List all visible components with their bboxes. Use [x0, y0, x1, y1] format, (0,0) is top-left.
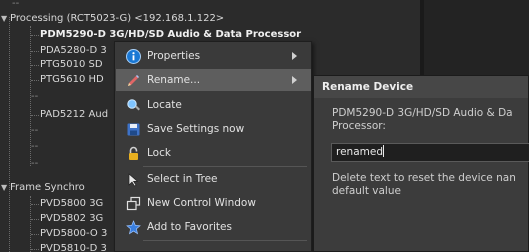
save-icon [123, 121, 143, 137]
menu-separator [143, 240, 307, 241]
tree-item-label: PVD5810-D 3 [40, 243, 107, 252]
menu-item-rename[interactable]: Rename... [116, 69, 311, 91]
context-menu: Properties Rename... Locate Save Setting… [114, 41, 312, 252]
tree-item-label: PTG5010 SD [40, 59, 103, 70]
menu-item-new-control-window[interactable]: New Control Window [116, 192, 311, 214]
device-name-input[interactable]: renamed [331, 143, 529, 162]
tree-group-frame-sync[interactable]: ▼ Frame Synchro [1, 179, 85, 196]
tree-group-label: Frame Synchro [10, 182, 85, 193]
tree-item-label: -- [31, 141, 39, 152]
new-window-icon [123, 195, 143, 211]
menu-item-label: Rename... [147, 74, 201, 86]
expand-arrow-icon[interactable]: ▼ [1, 179, 10, 196]
text-caret [383, 145, 384, 157]
submenu-arrow-icon [292, 76, 297, 84]
tree-group-processing[interactable]: ▼ Processing (RCT5023-G) <192.168.1.122> [1, 10, 224, 27]
locate-icon [123, 97, 143, 113]
info-icon [123, 48, 143, 64]
tree-item[interactable]: -- [31, 122, 38, 139]
pencil-icon [123, 72, 143, 88]
tree-item[interactable]: PTG5610 HD [31, 71, 104, 88]
menu-item-label: Save Settings now [147, 123, 245, 135]
tree-item-label: -- [31, 125, 39, 136]
expand-arrow-icon[interactable]: ▼ [1, 10, 10, 27]
device-name-value: renamed [336, 146, 383, 158]
tree-item-label: PVD5800 3G [40, 198, 104, 209]
lock-icon [123, 145, 143, 161]
tree-item-label: PDA5280-D 3 [40, 45, 107, 56]
tree-item[interactable]: -- [31, 138, 38, 155]
menu-item-label: New Control Window [147, 197, 256, 209]
tree-item-label: -- [31, 158, 39, 169]
tree-item-label: PVD5802 3G [40, 213, 104, 224]
menu-item-locate[interactable]: Locate [116, 94, 311, 116]
menu-item-add-to-favorites[interactable]: Add to Favorites [116, 216, 311, 238]
menu-item-label: Select in Tree [147, 173, 218, 185]
tree-item-label: PTG5610 HD [40, 74, 104, 85]
tree-item[interactable]: -- [31, 88, 38, 105]
rename-dialog-title: Rename Device [314, 76, 528, 98]
submenu-arrow-icon [292, 52, 297, 60]
menu-item-label: Properties [147, 50, 201, 62]
rename-hint: Delete text to reset the device nan defa… [332, 172, 516, 197]
menu-item-label: Add to Favorites [147, 221, 232, 233]
tree-group-label: Processing (RCT5023-G) <192.168.1.122> [10, 13, 225, 24]
menu-separator [143, 166, 307, 167]
tree-item[interactable]: -- [31, 155, 38, 172]
menu-item-properties[interactable]: Properties [116, 45, 311, 67]
menu-item-label: Locate [147, 99, 182, 111]
tree-item[interactable]: PAD5212 Aud [31, 106, 108, 123]
menu-item-lock[interactable]: Lock [116, 142, 311, 164]
tree-item-label: PDM5290-D 3G/HD/SD Audio & Data Processo… [40, 29, 302, 40]
rename-description: PDM5290-D 3G/HD/SD Audio & Da Processor: [332, 107, 513, 132]
menu-item-save-settings[interactable]: Save Settings now [116, 118, 311, 140]
star-icon [123, 219, 143, 235]
menu-item-label: Lock [147, 147, 171, 159]
tree-item-label: PVD5800-O 3 [40, 228, 108, 239]
tree-guide-line [9, 17, 10, 252]
tree-item[interactable]: PVD5810-D 3 [31, 240, 107, 252]
tree-item-label: -- [12, 0, 20, 9]
rename-device-panel: Rename Device PDM5290-D 3G/HD/SD Audio &… [313, 75, 529, 252]
tree-item-label: PAD5212 Aud [40, 109, 109, 120]
tree-item-label: -- [31, 91, 39, 102]
cursor-arrow-icon [123, 171, 143, 187]
menu-item-select-in-tree[interactable]: Select in Tree [116, 168, 311, 190]
